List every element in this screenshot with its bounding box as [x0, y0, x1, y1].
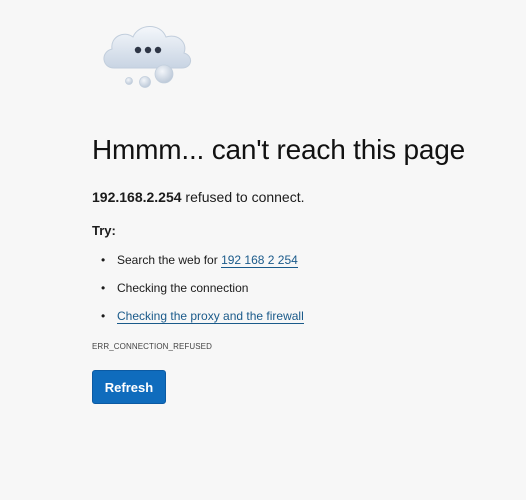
suggestion-proxy-firewall: • Checking the proxy and the firewall [92, 304, 304, 332]
try-label: Try: [92, 223, 116, 238]
search-web-link[interactable]: 192 168 2 254 [221, 253, 298, 268]
host-address: 192.168.2.254 [92, 189, 182, 205]
suggestion-check-connection: • Checking the connection [92, 276, 304, 304]
bullet-icon: • [101, 253, 106, 267]
proxy-firewall-link[interactable]: Checking the proxy and the firewall [117, 309, 304, 324]
suggestion-search-web: • Search the web for 192 168 2 254 [92, 248, 304, 276]
bullet-icon: • [101, 281, 106, 295]
refresh-button[interactable]: Refresh [92, 370, 166, 404]
suggestion-list: • Search the web for 192 168 2 254 • Che… [92, 248, 304, 332]
suggestion-search-prefix: Search the web for [117, 253, 222, 267]
bullet-icon: • [101, 309, 106, 323]
error-description: 192.168.2.254 refused to connect. [92, 189, 305, 205]
suggestion-connection-text: Checking the connection [117, 281, 249, 295]
error-code: ERR_CONNECTION_REFUSED [92, 342, 212, 351]
error-headline: Hmmm... can't reach this page [92, 134, 466, 165]
refused-text: refused to connect. [181, 189, 305, 205]
cloud-thinking-icon [103, 26, 191, 88]
